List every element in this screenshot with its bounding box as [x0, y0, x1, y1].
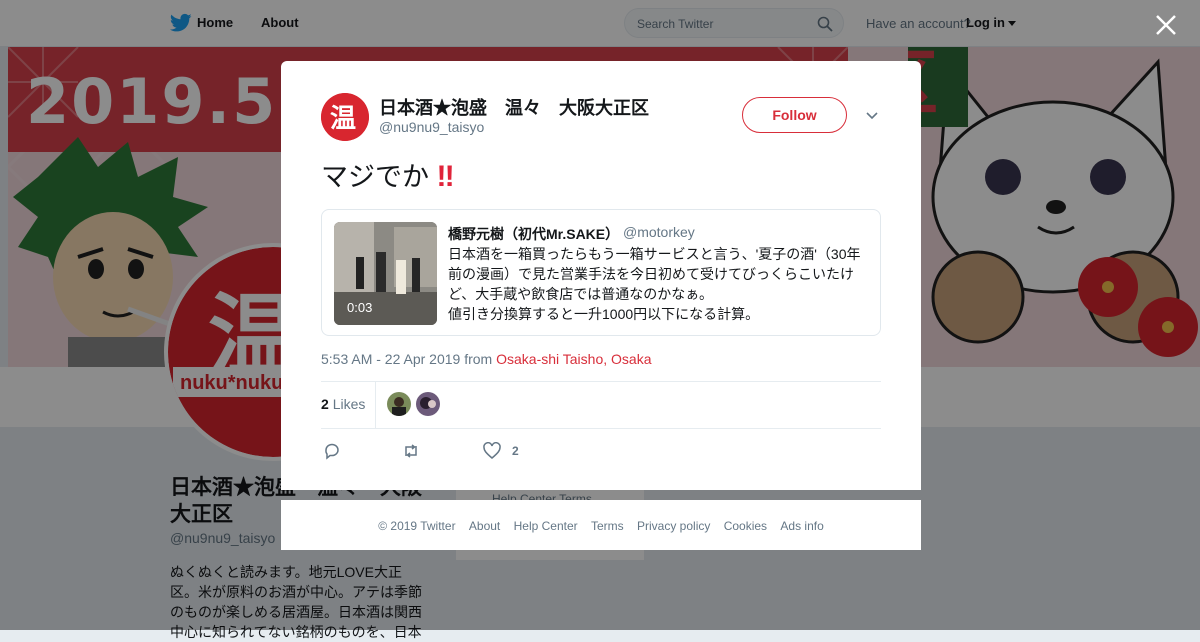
tweet-text: マジでか ‼ [321, 155, 455, 194]
tweet-author-avatar[interactable]: 温 [321, 93, 369, 141]
divider [321, 428, 881, 429]
likes-count: 2 [321, 396, 329, 412]
retweet-icon[interactable] [402, 442, 420, 460]
svg-text:温: 温 [330, 104, 356, 134]
tweet-timestamp[interactable]: 5:53 AM - 22 Apr 2019 from [321, 351, 496, 367]
quoted-author-name[interactable]: 橋野元樹（初代Mr.SAKE） [448, 224, 619, 244]
likes-label: Likes [332, 396, 366, 412]
quoted-tweet-text: 日本酒を一箱買ったらもう一箱サービスと言う、'夏子の酒'（30年前の漫画）で見た… [448, 244, 872, 324]
like-heart-icon[interactable] [483, 442, 501, 460]
video-duration: 0:03 [347, 300, 373, 315]
liker-avatar-image [416, 392, 440, 416]
footer-ads-link[interactable]: Ads info [780, 519, 823, 533]
quoted-text-line: 値引き分換算すると一升1000円以下になる計算。 [448, 306, 760, 322]
quoted-video-thumbnail[interactable]: 0:03 [334, 222, 437, 325]
tweet-author-handle[interactable]: @nu9nu9_taisyo [379, 119, 484, 135]
double-exclamation-emoji: ‼ [436, 160, 455, 193]
liker-avatar[interactable] [387, 392, 411, 416]
footer-privacy-link[interactable]: Privacy policy [637, 519, 710, 533]
divider [321, 381, 881, 382]
footer-terms-link[interactable]: Terms [591, 519, 624, 533]
avatar-logo-image: 温 [321, 93, 369, 141]
quoted-tweet-card[interactable]: 0:03 橋野元樹（初代Mr.SAKE） @motorkey 日本酒を一箱買った… [321, 209, 881, 336]
footer-about-link[interactable]: About [469, 519, 500, 533]
footer-links: © 2019 Twitter About Help Center Terms P… [281, 519, 921, 533]
tweet-location-link[interactable]: Osaka-shi Taisho, Osaka [496, 351, 651, 367]
tweet-author-name[interactable]: 日本酒★泡盛 温々 大阪大正区 [379, 94, 649, 120]
footer-help-link[interactable]: Help Center [514, 519, 578, 533]
liker-avatar[interactable] [416, 392, 440, 416]
modal-footer: © 2019 Twitter About Help Center Terms P… [281, 500, 921, 550]
likes-stat[interactable]: 2 Likes [321, 396, 365, 412]
tweet-metadata: 5:53 AM - 22 Apr 2019 from Osaka-shi Tai… [321, 351, 651, 367]
liker-avatar-image [387, 392, 411, 416]
follow-button[interactable]: Follow [742, 97, 847, 133]
tweet-permalink-modal: 温 日本酒★泡盛 温々 大阪大正区 @nu9nu9_taisyo Follow … [281, 61, 921, 490]
reply-icon[interactable] [323, 442, 341, 460]
like-count: 2 [512, 444, 519, 458]
chevron-down-icon[interactable] [866, 112, 878, 120]
tweet-text-body: マジでか [321, 162, 429, 192]
footer-copyright: © 2019 Twitter [378, 519, 456, 533]
divider [375, 382, 376, 428]
quoted-text-line: 日本酒を一箱買ったらもう一箱サービスと言う、'夏子の酒'（30年前の漫画）で見た… [448, 246, 861, 302]
footer-cookies-link[interactable]: Cookies [724, 519, 767, 533]
quoted-author-handle[interactable]: @motorkey [623, 224, 695, 240]
close-icon[interactable] [1155, 14, 1177, 36]
